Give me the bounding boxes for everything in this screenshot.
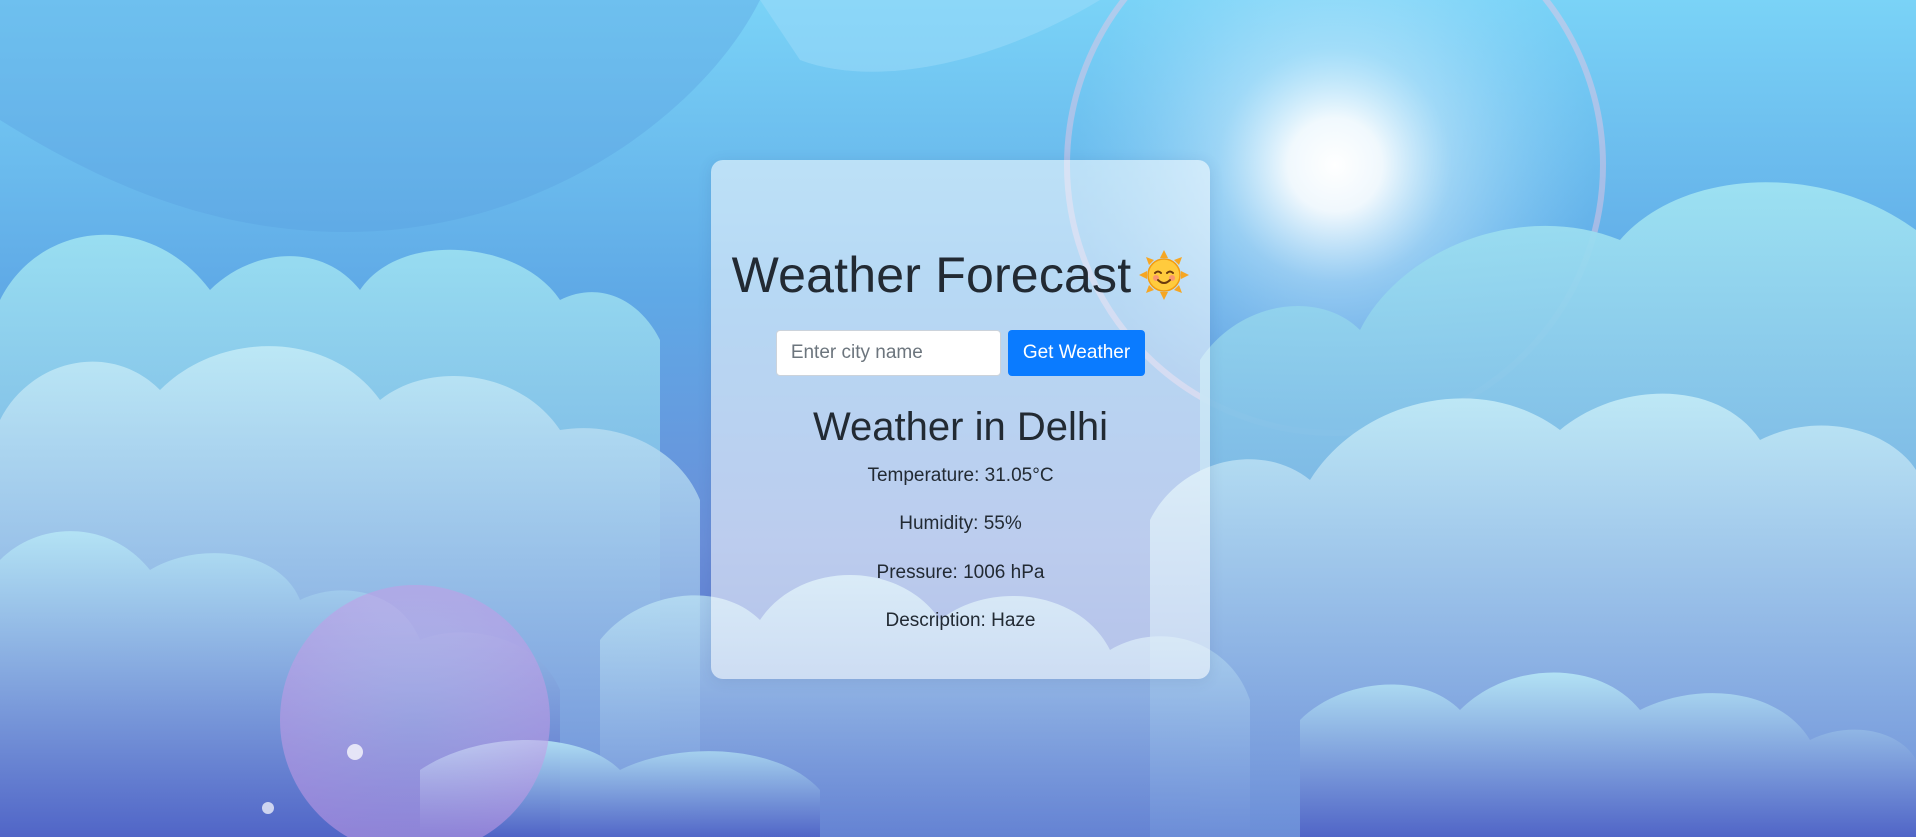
pressure-text: Pressure: 1006 hPa	[876, 562, 1045, 583]
weather-result-heading: Weather in Delhi	[813, 405, 1108, 449]
title-row: Weather Forecast	[711, 244, 1210, 306]
humidity-text: Humidity: 55%	[899, 513, 1022, 534]
page-title: Weather Forecast	[731, 247, 1132, 303]
city-name-input[interactable]	[775, 330, 1001, 376]
search-form: Get Weather	[711, 330, 1210, 376]
get-weather-button[interactable]: Get Weather	[1007, 330, 1146, 376]
description-text: Description: Haze	[885, 610, 1036, 631]
temperature-text: Temperature: 31.05°C	[867, 465, 1054, 486]
smiling-sun-icon	[1139, 250, 1190, 300]
weather-card: Weather Forecast Enter city name Get Wea…	[711, 160, 1210, 679]
